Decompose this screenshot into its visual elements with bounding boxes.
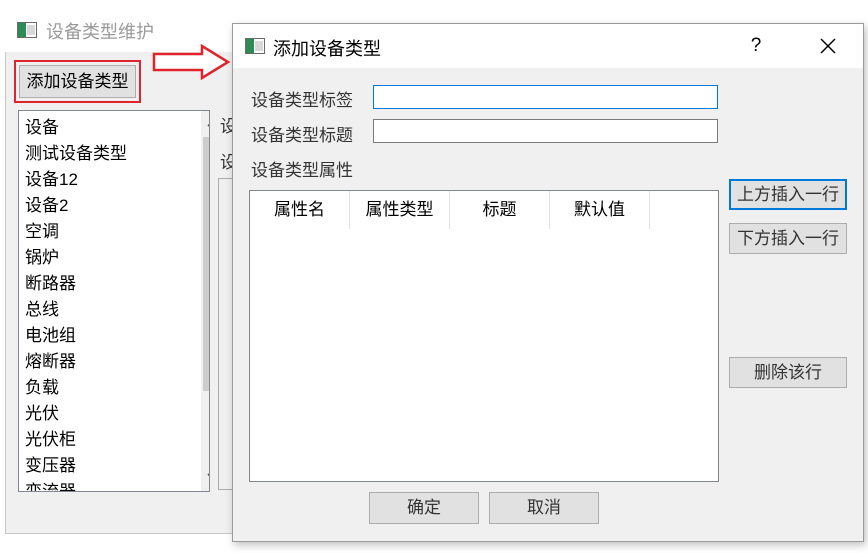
ok-button[interactable]: 确定 xyxy=(369,492,479,524)
close-icon xyxy=(820,38,836,54)
add-device-type-button[interactable]: 添加设备类型 xyxy=(19,65,136,98)
list-item[interactable]: 断路器 xyxy=(25,271,127,297)
add-device-type-dialog: 添加设备类型 ? 设备类型标签 设备类型标题 设备类型属性 属性名 属性类型 标… xyxy=(232,23,864,542)
column-header-type[interactable]: 属性类型 xyxy=(350,191,450,229)
scroll-up-icon[interactable] xyxy=(201,113,209,135)
help-button[interactable]: ? xyxy=(741,33,771,59)
device-type-list-items: 设备 测试设备类型 设备12 设备2 空调 锅炉 断路器 总线 电池组 熔断器 负载 光伏 光伏柜 变压器… xyxy=(25,115,127,491)
list-item[interactable]: 光伏 xyxy=(25,401,127,427)
attributes-table[interactable]: 属性名 属性类型 标题 默认值 xyxy=(249,190,719,482)
list-item[interactable]: 光伏柜 xyxy=(25,427,127,453)
close-button[interactable] xyxy=(807,33,849,59)
main-window-title: 设备类型维护 xyxy=(46,22,154,42)
list-scrollbar[interactable] xyxy=(201,111,209,491)
list-item[interactable]: 设备 xyxy=(25,115,127,141)
scroll-down-icon[interactable] xyxy=(201,467,209,489)
dialog-title: 添加设备类型 xyxy=(273,39,381,59)
dialog-app-icon xyxy=(245,38,265,54)
tag-input[interactable] xyxy=(373,85,718,109)
list-item[interactable]: 设备12 xyxy=(25,167,127,193)
cancel-button[interactable]: 取消 xyxy=(489,492,599,524)
scroll-thumb[interactable] xyxy=(203,137,209,391)
column-header-name[interactable]: 属性名 xyxy=(250,191,350,229)
tag-label: 设备类型标签 xyxy=(251,91,353,110)
app-icon xyxy=(17,22,37,38)
list-item[interactable]: 总线 xyxy=(25,297,127,323)
list-item[interactable]: 变压器 xyxy=(25,453,127,479)
list-item[interactable]: 熔断器 xyxy=(25,349,127,375)
list-item[interactable]: 变流器 xyxy=(25,479,127,491)
list-item[interactable]: 锅炉 xyxy=(25,245,127,271)
list-item[interactable]: 测试设备类型 xyxy=(25,141,127,167)
insert-above-button[interactable]: 上方插入一行 xyxy=(729,179,847,210)
delete-row-button[interactable]: 删除该行 xyxy=(729,357,847,388)
list-item[interactable]: 空调 xyxy=(25,219,127,245)
list-item[interactable]: 设备2 xyxy=(25,193,127,219)
red-arrow-icon xyxy=(152,43,231,81)
list-item[interactable]: 负载 xyxy=(25,375,127,401)
column-header-default[interactable]: 默认值 xyxy=(550,191,650,229)
title-label: 设备类型标题 xyxy=(251,126,353,145)
title-input[interactable] xyxy=(373,119,718,143)
column-header-title[interactable]: 标题 xyxy=(450,191,550,229)
list-item[interactable]: 电池组 xyxy=(25,323,127,349)
attributes-label: 设备类型属性 xyxy=(251,161,353,180)
insert-below-button[interactable]: 下方插入一行 xyxy=(729,223,847,254)
dialog-titlebar: 添加设备类型 ? xyxy=(233,24,863,68)
device-type-list[interactable]: 设备 测试设备类型 设备12 设备2 空调 锅炉 断路器 总线 电池组 熔断器 负载 光伏 光伏柜 变压器… xyxy=(18,110,210,492)
